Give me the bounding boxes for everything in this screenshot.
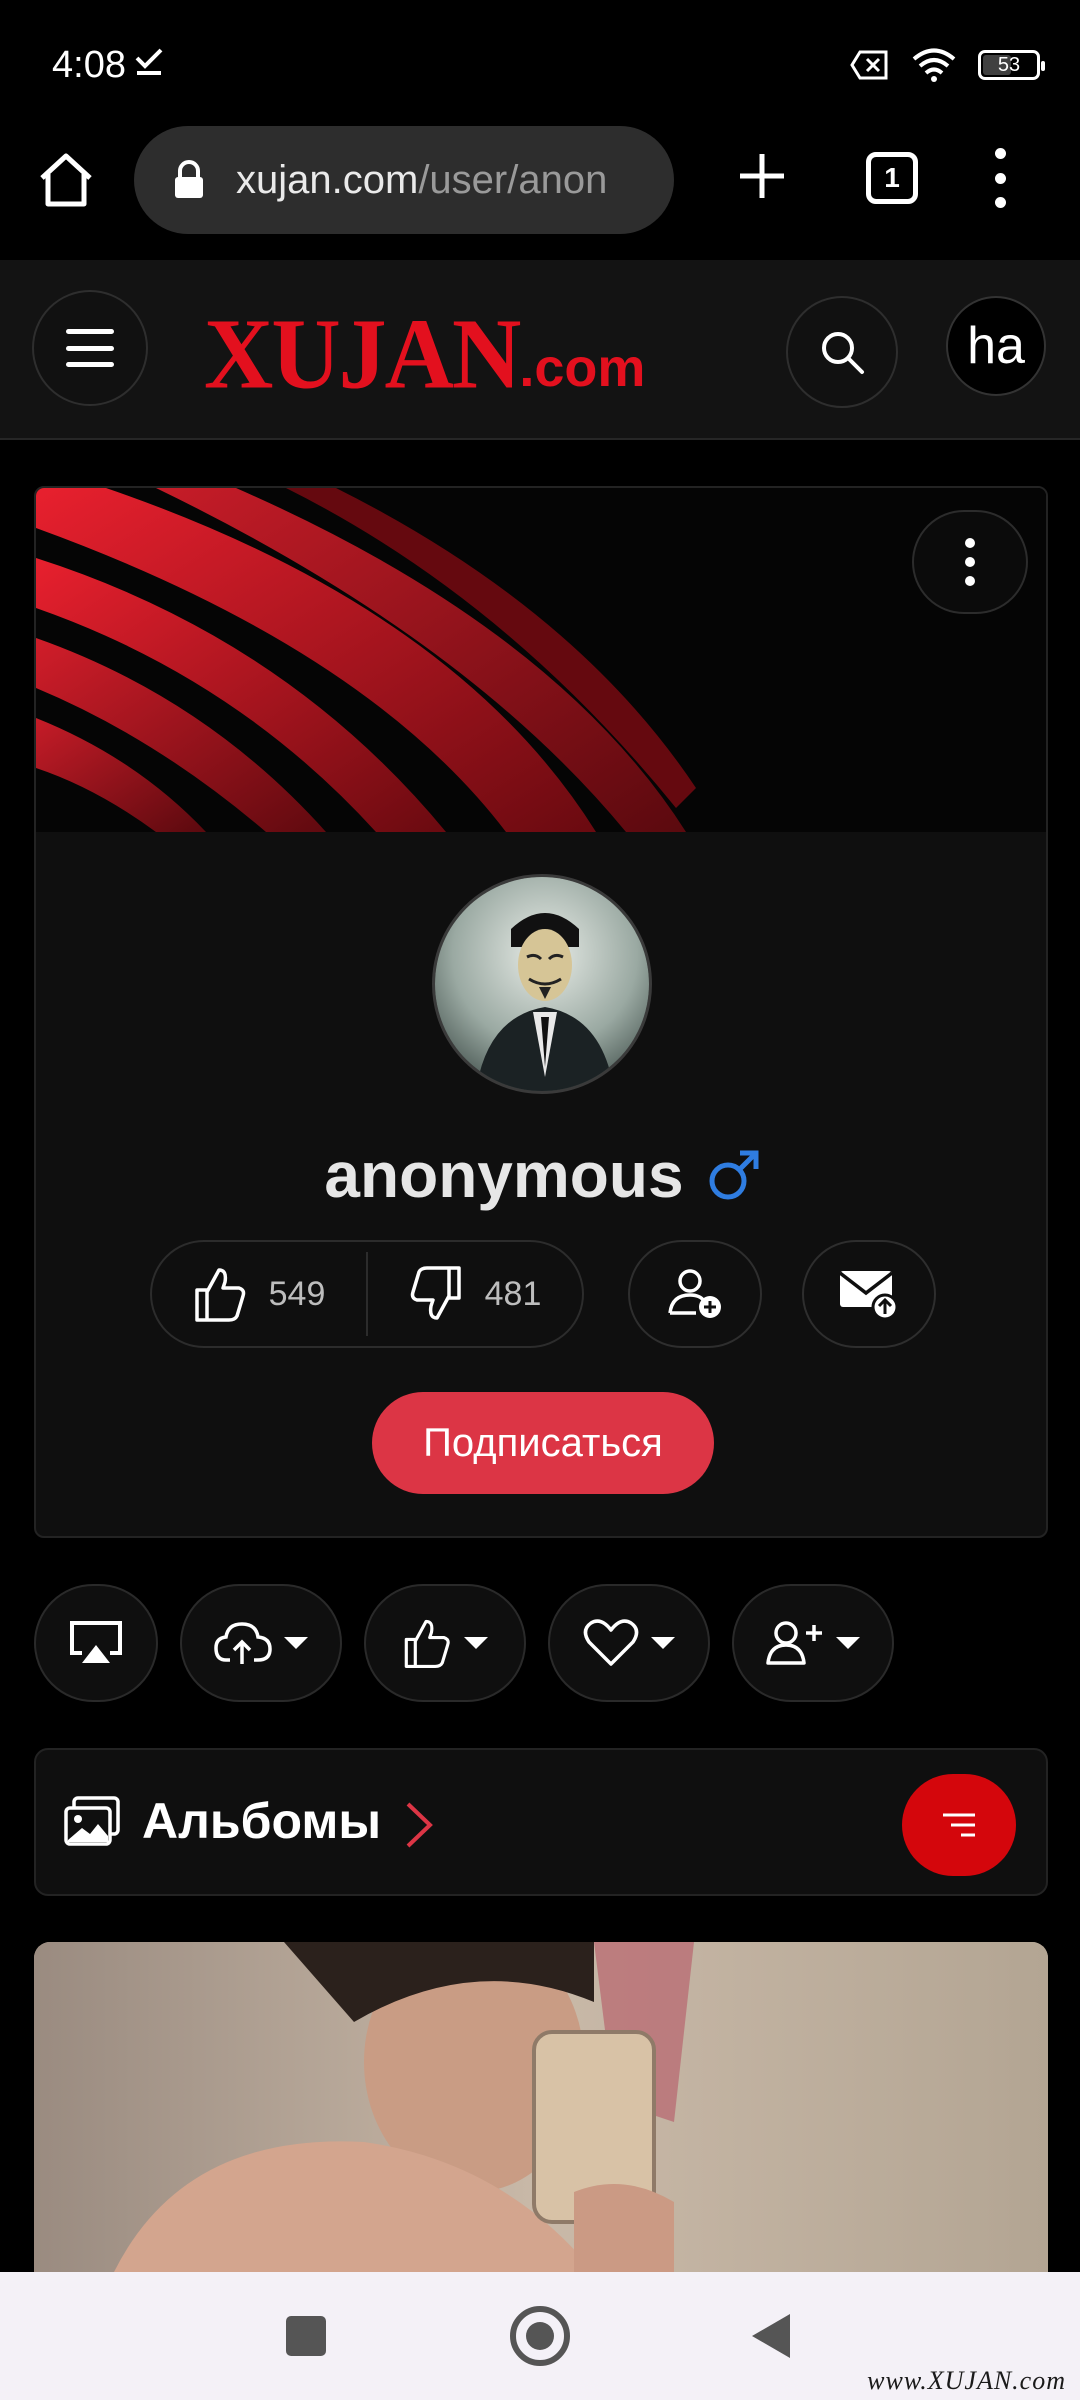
site-logo[interactable]: XUJAN .com [204, 297, 646, 410]
chevron-down-icon [651, 1637, 675, 1649]
home-circle-icon[interactable] [510, 2306, 570, 2366]
album-cover-photo [34, 1942, 1048, 2272]
vote-group: 549 481 [150, 1240, 584, 1348]
dislike-count: 481 [484, 1274, 542, 1313]
address-bar[interactable]: xujan.com/user/anon [134, 126, 674, 234]
like-button[interactable]: 549 [152, 1242, 366, 1346]
favorites-dropdown[interactable] [548, 1584, 710, 1702]
tab-count: 1 [884, 162, 900, 193]
overflow-menu-icon[interactable] [990, 148, 1010, 208]
system-navigation-bar: www.XUJAN.com [0, 2272, 1080, 2400]
send-message-button[interactable] [802, 1240, 936, 1348]
status-time: 4:08 [52, 44, 126, 86]
images-icon [64, 1796, 120, 1846]
status-icons: 53 [850, 48, 1045, 82]
profile-username: anonymous [324, 1139, 684, 1211]
profile-options-button[interactable] [912, 510, 1028, 614]
tabs-icon[interactable]: 1 [866, 152, 918, 204]
logo-main-text: XUJAN [204, 297, 521, 410]
subscribe-label: Подписаться [423, 1420, 663, 1465]
site-header: XUJAN .com ha [0, 260, 1080, 440]
search-button[interactable] [786, 296, 898, 408]
more-vertical-icon [965, 538, 975, 586]
user-avatar-button[interactable]: ha [946, 296, 1046, 396]
album-cover-image[interactable] [34, 1942, 1048, 2272]
watermark: www.XUJAN.com [867, 2366, 1066, 2395]
user-avatar-label: ha [967, 317, 1025, 375]
albums-section-header: Альбомы [34, 1748, 1048, 1896]
uploads-dropdown[interactable] [180, 1584, 342, 1702]
battery-icon: 53 [978, 50, 1045, 80]
hamburger-menu-button[interactable] [32, 290, 148, 406]
add-friend-button[interactable] [628, 1240, 762, 1348]
back-triangle-icon[interactable] [752, 2314, 790, 2358]
thumbs-down-icon [410, 1266, 461, 1320]
new-tab-plus-icon[interactable] [736, 150, 788, 202]
subscribe-button[interactable]: Подписаться [372, 1392, 714, 1494]
lock-icon [175, 160, 203, 198]
check-download-icon [135, 48, 163, 75]
sort-filter-icon [943, 1813, 975, 1837]
chevron-down-icon [284, 1637, 308, 1649]
friends-dropdown[interactable] [732, 1584, 894, 1702]
browser-toolbar: xujan.com/user/anon 1 [0, 126, 1080, 260]
chevron-down-icon [836, 1637, 860, 1649]
sort-filter-button[interactable] [902, 1774, 1016, 1876]
likes-dropdown[interactable] [364, 1584, 526, 1702]
heart-icon [583, 1619, 639, 1666]
battery-level: 53 [997, 53, 1021, 76]
cloud-upload-icon [214, 1622, 272, 1664]
profile-card: anonymous 549 481 Подписаться [34, 486, 1048, 1538]
recent-apps-icon[interactable] [286, 2316, 326, 2356]
home-icon[interactable] [36, 150, 96, 210]
hamburger-icon [66, 329, 114, 367]
status-bar: 4:08 53 [0, 0, 1080, 126]
like-count: 549 [268, 1274, 326, 1313]
url-path: /user/anon [418, 157, 608, 202]
profile-banner [36, 488, 1046, 832]
cast-button[interactable] [34, 1584, 158, 1702]
profile-tool-row [34, 1584, 1048, 1702]
profile-avatar [432, 874, 652, 1094]
dislike-button[interactable]: 481 [368, 1242, 582, 1346]
username-row: anonymous [36, 1138, 1046, 1212]
albums-title[interactable]: Альбомы [142, 1792, 381, 1850]
logo-suffix-text: .com [519, 338, 646, 398]
mail-send-icon [838, 1271, 899, 1321]
chevron-down-icon [464, 1637, 488, 1649]
url-host: xujan.com [236, 157, 419, 202]
user-plus-icon [766, 1621, 822, 1665]
male-gender-icon [709, 1150, 759, 1200]
search-icon [822, 332, 864, 374]
add-user-icon [668, 1269, 721, 1318]
thumbs-up-icon [404, 1619, 450, 1668]
airplay-icon [70, 1621, 122, 1663]
thumbs-up-icon [194, 1268, 245, 1322]
wifi-icon [912, 48, 956, 82]
chevron-right-icon[interactable] [404, 1800, 434, 1850]
no-sim-icon [850, 50, 888, 80]
